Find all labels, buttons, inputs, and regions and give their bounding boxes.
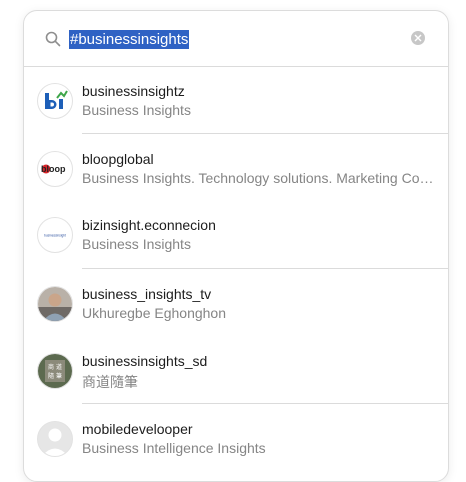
default-user-icon (37, 421, 73, 457)
result-item[interactable]: business_insights_tv Ukhuregbe Eghonghon (24, 270, 448, 337)
calligraphy-text-bottom: 隨 筆 (48, 372, 62, 380)
result-item[interactable]: businessinsight bizinsight.econnecion Bu… (24, 201, 448, 268)
result-username: bizinsight.econnecion (82, 217, 216, 233)
search-icon (45, 31, 61, 47)
search-bar[interactable]: #businessinsights (24, 11, 448, 67)
result-fullname: Business Insights (82, 236, 191, 252)
result-fullname: 商道隨筆 (82, 374, 138, 390)
result-fullname: Business Insights (82, 102, 191, 118)
divider (82, 133, 448, 134)
result-fullname: Business Intelligence Insights (82, 440, 266, 456)
clear-search-button[interactable] (411, 31, 425, 45)
calligraphy-text-top: 商 道 (48, 363, 62, 371)
result-item[interactable]: 商 道 隨 筆 businessinsights_sd 商道隨筆 (24, 337, 448, 404)
calligraphy-photo-icon: 商 道 隨 筆 (37, 353, 73, 389)
result-item[interactable]: mobiledevelooper Business Intelligence I… (24, 405, 448, 472)
person-photo-icon (37, 286, 73, 322)
search-results-panel: #businessinsights businessinsightz Busin… (23, 10, 449, 482)
bizinsight-logo-text: businessinsight (44, 234, 66, 238)
result-fullname: Business Insights. Technology solutions.… (82, 170, 437, 186)
result-fullname: Ukhuregbe Eghonghon (82, 305, 227, 321)
bloop-logo-icon: bloop (37, 151, 73, 187)
bi-logo-icon (37, 83, 73, 119)
search-input[interactable]: #businessinsights (69, 30, 190, 49)
bizinsight-logo-icon: businessinsight (37, 217, 73, 253)
result-username: businessinsightz (82, 83, 185, 99)
result-item[interactable]: bloop bloopglobal Business Insights. Tec… (24, 135, 448, 202)
divider (82, 268, 448, 269)
result-username: business_insights_tv (82, 286, 212, 302)
result-username: businessinsights_sd (82, 353, 208, 369)
divider (82, 403, 448, 404)
bloop-logo-text: bloop (41, 164, 66, 174)
result-username: mobiledevelooper (82, 421, 193, 437)
close-icon (414, 34, 422, 42)
result-item[interactable]: businessinsightz Business Insights (24, 67, 448, 134)
result-username: bloopglobal (82, 151, 154, 167)
